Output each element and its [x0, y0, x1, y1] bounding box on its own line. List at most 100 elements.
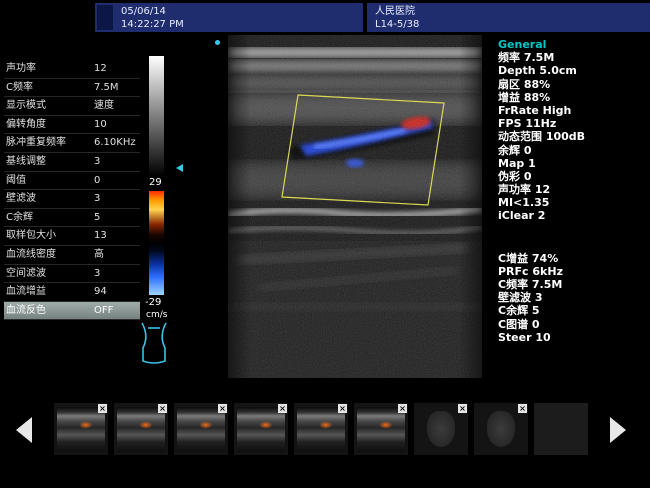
- param-value: 高: [94, 246, 138, 264]
- image-info-panel: General 频率 7.5MDepth 5.0cm扇区 88%增益 88%Fr…: [498, 38, 648, 344]
- top-bar-icon-box: [97, 5, 113, 30]
- param-label: 基线调整: [6, 153, 94, 171]
- top-bar-datetime-panel: 05/06/14 14:22:27 PM: [95, 3, 363, 32]
- param-row-6[interactable]: 阈值0: [4, 172, 140, 191]
- thumbnail-close-button[interactable]: ×: [278, 404, 287, 413]
- param-label: 血流反色: [6, 302, 94, 320]
- velocity-unit-label: cm/s: [146, 310, 167, 320]
- param-label: 空间滤波: [6, 265, 94, 283]
- param-value: 6.10KHz: [94, 134, 138, 152]
- thumbnail-4[interactable]: ×: [294, 403, 348, 455]
- param-row-2[interactable]: 显示模式速度: [4, 97, 140, 116]
- thumbnail-2[interactable]: ×: [174, 403, 228, 455]
- param-value: 12: [94, 60, 138, 78]
- b-mode-line-4: FrRate High: [498, 104, 648, 117]
- param-label: 显示模式: [6, 97, 94, 115]
- b-mode-line-12: iClear 2: [498, 209, 648, 222]
- probe-model: L14-5/38: [375, 18, 419, 31]
- param-value: OFF: [94, 302, 138, 320]
- param-value: 10: [94, 116, 138, 134]
- param-value: 7.5M: [94, 79, 138, 97]
- thumbnail-6[interactable]: ×: [414, 403, 468, 455]
- b-mode-line-3: 增益 88%: [498, 91, 648, 104]
- thumbnail-0[interactable]: ×: [54, 403, 108, 455]
- thumbnail-scan-image: [297, 407, 345, 452]
- param-label: C余辉: [6, 209, 94, 227]
- param-value: 94: [94, 283, 138, 301]
- system-date: 05/06/14: [121, 5, 184, 18]
- param-value: 5: [94, 209, 138, 227]
- param-label: 偏转角度: [6, 116, 94, 134]
- thumbnail-7[interactable]: ×: [474, 403, 528, 455]
- color-mode-line-2: C频率 7.5M: [498, 278, 648, 291]
- thumbnail-scan-image: [357, 407, 405, 452]
- ultrasound-image: [228, 35, 482, 378]
- param-row-12[interactable]: 血流增益94: [4, 283, 140, 302]
- thumbnail-8[interactable]: [534, 403, 588, 455]
- b-mode-line-2: 扇区 88%: [498, 78, 648, 91]
- thumbnail-close-button[interactable]: ×: [98, 404, 107, 413]
- b-mode-line-1: Depth 5.0cm: [498, 64, 648, 77]
- velocity-min-label: -29: [145, 297, 161, 308]
- b-mode-line-9: 伪彩 0: [498, 170, 648, 183]
- thumbnail-close-button[interactable]: ×: [158, 404, 167, 413]
- thumbnail-close-button[interactable]: ×: [398, 404, 407, 413]
- param-label: 阈值: [6, 172, 94, 190]
- param-label: 脉冲重复频率: [6, 134, 94, 152]
- focus-marker-icon: [176, 164, 183, 172]
- filmstrip-next-arrow[interactable]: [610, 417, 626, 443]
- param-row-13[interactable]: 血流反色OFF: [4, 302, 140, 321]
- grayscale-bar: [149, 56, 164, 176]
- color-parameter-list: 声功率12C频率7.5M显示模式速度偏转角度10脉冲重复频率6.10KHz基线调…: [4, 60, 140, 320]
- param-value: 3: [94, 153, 138, 171]
- exam-preset-label: General: [498, 38, 648, 51]
- thumbnail-1[interactable]: ×: [114, 403, 168, 455]
- param-row-4[interactable]: 脉冲重复频率6.10KHz: [4, 134, 140, 153]
- param-label: 声功率: [6, 60, 94, 78]
- param-row-0[interactable]: 声功率12: [4, 60, 140, 79]
- color-mode-line-4: C余辉 5: [498, 304, 648, 317]
- param-row-8[interactable]: C余辉5: [4, 209, 140, 228]
- color-mode-info-block: C增益 74%PRFc 6kHzC频率 7.5M壁滤波 3C余辉 5C图谱 0S…: [498, 252, 648, 344]
- thumbnail-probe-image: [427, 411, 455, 447]
- filmstrip-prev-arrow[interactable]: [16, 417, 32, 443]
- thumbnail-scan-image: [237, 407, 285, 452]
- param-row-5[interactable]: 基线调整3: [4, 153, 140, 172]
- param-value: 13: [94, 227, 138, 245]
- orientation-marker-icon: [215, 40, 220, 45]
- param-row-7[interactable]: 壁滤波3: [4, 190, 140, 209]
- param-label: 壁滤波: [6, 190, 94, 208]
- b-mode-line-6: 动态范围 100dB: [498, 130, 648, 143]
- b-mode-line-8: Map 1: [498, 157, 648, 170]
- color-mode-line-1: PRFc 6kHz: [498, 265, 648, 278]
- color-mode-line-0: C增益 74%: [498, 252, 648, 265]
- thumbnail-close-button[interactable]: ×: [338, 404, 347, 413]
- top-bar-hospital-panel: 人民医院 L14-5/38: [367, 3, 650, 32]
- color-mode-line-5: C图谱 0: [498, 318, 648, 331]
- param-row-1[interactable]: C频率7.5M: [4, 79, 140, 98]
- param-row-9[interactable]: 取样包大小13: [4, 227, 140, 246]
- thumbnail-3[interactable]: ×: [234, 403, 288, 455]
- param-value: 3: [94, 190, 138, 208]
- ultrasound-image-area[interactable]: [228, 35, 482, 378]
- param-row-11[interactable]: 空间滤波3: [4, 265, 140, 284]
- b-mode-line-10: 声功率 12: [498, 183, 648, 196]
- param-row-3[interactable]: 偏转角度10: [4, 116, 140, 135]
- param-label: C频率: [6, 79, 94, 97]
- color-mode-line-6: Steer 10: [498, 331, 648, 344]
- thumbnail-scan-image: [117, 407, 165, 452]
- b-mode-line-11: MI<1.35: [498, 196, 648, 209]
- param-label: 血流线密度: [6, 246, 94, 264]
- thumbnail-scan-image: [57, 407, 105, 452]
- thumbnail-close-button[interactable]: ×: [458, 404, 467, 413]
- param-row-10[interactable]: 血流线密度高: [4, 246, 140, 265]
- param-label: 血流增益: [6, 283, 94, 301]
- thumbnail-close-button[interactable]: ×: [218, 404, 227, 413]
- param-value: 3: [94, 265, 138, 283]
- thumbnail-5[interactable]: ×: [354, 403, 408, 455]
- thumbnail-close-button[interactable]: ×: [518, 404, 527, 413]
- b-mode-line-7: 余辉 0: [498, 144, 648, 157]
- velocity-max-label: 29: [149, 177, 162, 188]
- thumbnail-scan-image: [177, 407, 225, 452]
- thumbnail-probe-image: [487, 411, 515, 447]
